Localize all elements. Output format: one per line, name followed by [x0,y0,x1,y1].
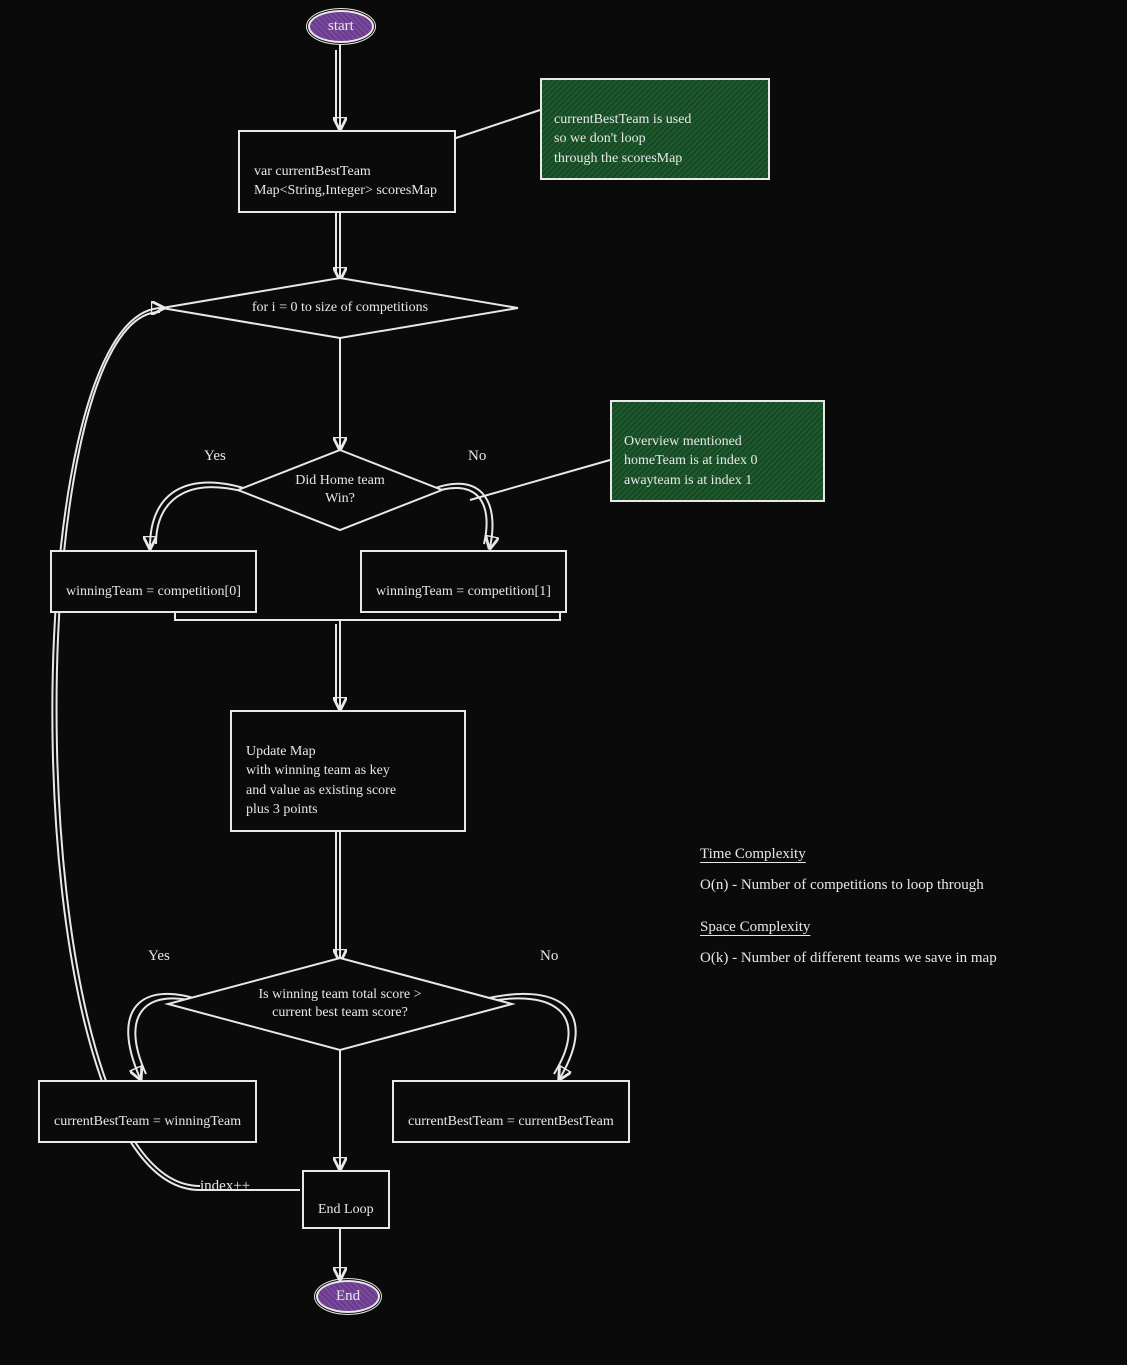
decision-home-win: Did Home team Win? [238,450,442,530]
time-complexity-heading: Time Complexity [700,840,997,869]
space-complexity-body: O(k) - Number of different teams we save… [700,950,997,966]
note-best-team-text: currentBestTeam is used so we don't loop… [554,112,691,166]
label-no-2: No [540,948,558,965]
decision-loop-text: for i = 0 to size of competitions [252,299,428,317]
process-win-home: winningTeam = competition[0] [50,550,257,613]
time-complexity-body: O(n) - Number of competitions to loop th… [700,877,984,893]
process-update-map: Update Map with winning team as key and … [230,710,466,832]
label-yes-1: Yes [204,448,226,465]
complexity-panel: Time Complexity O(n) - Number of competi… [700,840,997,986]
process-end-loop-text: End Loop [318,1202,374,1217]
process-set-best-yes-text: currentBestTeam = winningTeam [54,1114,241,1129]
flowchart-canvas: start currentBestTeam is used so we don'… [0,0,1127,1365]
process-win-away-text: winningTeam = competition[1] [376,584,551,599]
process-win-home-text: winningTeam = competition[0] [66,584,241,599]
decision-home-win-text: Did Home team Win? [295,472,384,508]
process-init: var currentBestTeam Map<String,Integer> … [238,130,456,213]
terminator-end: End [316,1280,380,1313]
terminator-start: start [308,10,374,43]
connector-layer [0,0,1127,1365]
process-update-map-text: Update Map with winning team as key and … [246,744,396,818]
note-index: Overview mentioned homeTeam is at index … [610,400,825,502]
note-best-team: currentBestTeam is used so we don't loop… [540,78,770,180]
label-no-1: No [468,448,486,465]
decision-compare: Is winning team total score > current be… [168,958,512,1050]
note-index-text: Overview mentioned homeTeam is at index … [624,434,758,488]
terminator-start-label: start [328,18,354,34]
terminator-end-label: End [336,1288,360,1304]
process-set-best-no: currentBestTeam = currentBestTeam [392,1080,630,1143]
process-set-best-no-text: currentBestTeam = currentBestTeam [408,1114,614,1129]
decision-loop: for i = 0 to size of competitions [162,278,518,338]
label-yes-2: Yes [148,948,170,965]
decision-compare-text: Is winning team total score > current be… [258,986,421,1022]
process-set-best-yes: currentBestTeam = winningTeam [38,1080,257,1143]
label-loop-back: index++ [200,1178,250,1195]
process-end-loop: End Loop [302,1170,390,1229]
space-complexity-heading: Space Complexity [700,913,997,942]
process-win-away: winningTeam = competition[1] [360,550,567,613]
process-init-text: var currentBestTeam Map<String,Integer> … [254,164,437,199]
